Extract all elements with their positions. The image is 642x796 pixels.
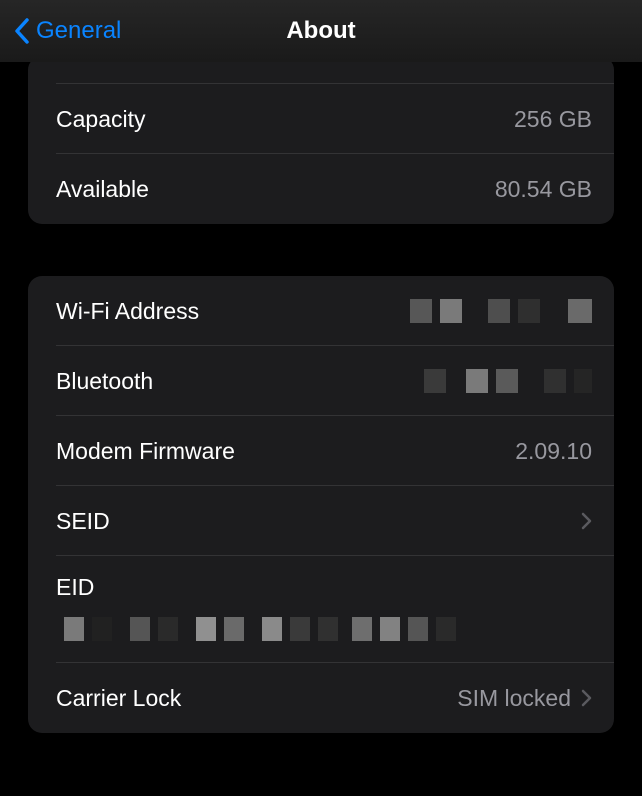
chevron-right-icon (581, 512, 592, 530)
seid-label: SEID (56, 508, 110, 535)
row-eid[interactable]: EID (28, 556, 614, 663)
content-area: Applications Capacity 256 GB Available 8… (0, 56, 642, 733)
eid-redacted (64, 617, 592, 641)
wifi-address-redacted (410, 299, 592, 323)
seid-value-group (571, 512, 592, 530)
navigation-bar: General About (0, 0, 642, 62)
modem-firmware-value: 2.09.10 (515, 438, 592, 465)
chevron-left-icon (14, 18, 30, 44)
row-applications[interactable]: Applications (28, 56, 614, 84)
carrier-lock-label: Carrier Lock (56, 685, 181, 712)
page-title: About (286, 17, 355, 45)
carrier-lock-value-group: SIM locked (457, 685, 592, 712)
back-button[interactable]: General (14, 17, 121, 45)
row-bluetooth[interactable]: Bluetooth (28, 346, 614, 416)
row-carrier-lock[interactable]: Carrier Lock SIM locked (28, 663, 614, 733)
row-seid[interactable]: SEID (28, 486, 614, 556)
bluetooth-redacted (424, 369, 592, 393)
row-wifi-address[interactable]: Wi-Fi Address (28, 276, 614, 346)
capacity-value: 256 GB (514, 106, 592, 133)
row-modem-firmware[interactable]: Modem Firmware 2.09.10 (28, 416, 614, 486)
wifi-address-label: Wi-Fi Address (56, 298, 199, 325)
row-capacity[interactable]: Capacity 256 GB (28, 84, 614, 154)
carrier-lock-value: SIM locked (457, 685, 571, 712)
back-label: General (36, 17, 121, 45)
eid-label: EID (56, 574, 94, 600)
chevron-right-icon (581, 689, 592, 707)
available-label: Available (56, 176, 149, 203)
bluetooth-label: Bluetooth (56, 368, 153, 395)
modem-firmware-label: Modem Firmware (56, 438, 235, 465)
section-storage: Applications Capacity 256 GB Available 8… (28, 56, 614, 224)
available-value: 80.54 GB (495, 176, 592, 203)
row-available[interactable]: Available 80.54 GB (28, 154, 614, 224)
capacity-label: Capacity (56, 106, 145, 133)
section-network: Wi-Fi Address Bluetooth Modem Firmware 2… (28, 276, 614, 733)
